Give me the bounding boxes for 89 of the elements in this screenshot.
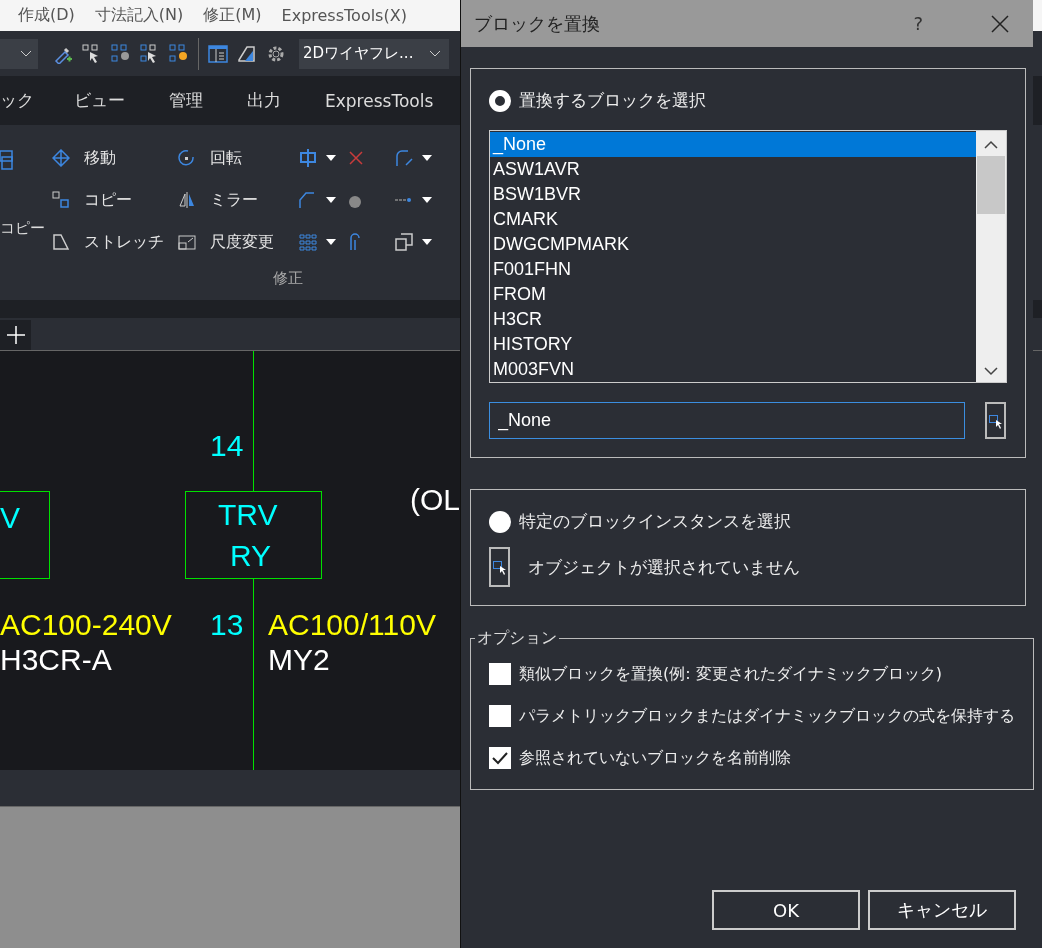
drawing-label: 13 [210,608,244,642]
list-item[interactable]: CMARK [490,207,976,232]
rotate-icon [178,149,196,167]
checkbox-label: 類似ブロックを置換(例: 変更されたダイナミックブロック) [519,663,942,685]
caret-icon[interactable] [326,155,336,161]
array-icon[interactable] [298,232,318,252]
help-button[interactable]: ? [907,12,929,35]
list-item[interactable]: ASW1AVR [490,157,976,182]
ribbon-tab[interactable]: ビュー [74,89,147,112]
caret-icon[interactable] [422,197,432,203]
caret-icon[interactable] [422,155,432,161]
checkbox[interactable] [489,747,511,769]
tool-button[interactable]: 移動 [52,137,178,179]
radio-button[interactable] [489,510,511,533]
checkbox-label: パラメトリックブロックまたはダイナミックブロックの式を保持する [519,705,1015,727]
bulb-grid-icon[interactable] [169,43,189,64]
center-line-icon[interactable] [298,148,318,168]
list-item[interactable]: F001FHN [490,257,976,282]
scrollbar[interactable] [976,131,1006,382]
menu-item[interactable]: 寸法記入(N) [94,5,184,26]
list-item[interactable]: H3CR [490,307,976,332]
layout-sheet-icon[interactable] [237,43,257,64]
close-icon[interactable] [991,14,1009,33]
menu-item[interactable]: ExpressTools(X) [281,6,407,25]
list-item[interactable]: _None [490,132,976,157]
list-item[interactable]: M003FVN [490,357,976,382]
copy-icon [52,191,70,209]
drawing-label: V [0,501,20,535]
chevron-down-icon[interactable] [984,366,998,376]
chevron-down-icon [20,49,32,58]
menu-item[interactable]: 修正(M) [203,5,262,26]
drawing-label: H3CR-A [0,643,112,677]
visual-style-dropdown[interactable]: 2Dワイヤフレ... [299,38,449,69]
mirror-icon [178,191,196,209]
move-icon [52,149,70,167]
block-name-field[interactable]: _None [489,402,965,439]
ribbon-tab[interactable]: 管理 [169,89,225,112]
plus-icon [6,326,25,344]
checkbox[interactable] [489,705,511,727]
overlap-icon[interactable] [394,232,414,252]
scrollbar-thumb[interactable] [977,156,1005,214]
panel-icon[interactable] [208,43,228,64]
checkbox-label: 参照されていないブロックを名前削除 [519,747,791,769]
tool-button[interactable]: コピー [52,179,178,221]
tool-button[interactable]: 尺度変更 [178,221,298,263]
drawing-label: AC100-240V [0,608,172,642]
drawing-label: (OL [410,483,460,517]
scale-icon [178,233,196,251]
list-item[interactable]: FROM [490,282,976,307]
caret-icon[interactable] [422,239,432,245]
chevron-down-icon [429,49,441,58]
stretch-icon [52,233,70,251]
drawing-label: MY2 [268,643,330,677]
drawing-label: RY [230,539,272,573]
selection-status: オブジェクトが選択されていません [528,555,800,579]
drawing-label: AC100/110V [268,608,436,642]
radio-button[interactable] [489,89,511,112]
ribbon-tab[interactable]: 出力 [247,89,303,112]
dialog-button[interactable]: OK [712,890,860,930]
tool-button[interactable]: ミラー [178,179,298,221]
check-icon [491,751,509,765]
caret-icon[interactable] [326,197,336,203]
list-item[interactable]: HISTORY [490,332,976,357]
tool-button[interactable]: ストレッチ [52,221,178,263]
chevron-up-icon[interactable] [984,140,998,150]
radio-label: 置換するブロックを選択 [519,89,706,112]
pick-button[interactable] [489,547,510,587]
list-item[interactable]: BSW1BVR [490,182,976,207]
dialog-title: ブロックを置換 [474,11,601,36]
radio-label: 特定のブロックインスタンスを選択 [519,510,791,533]
fillet-edit-icon[interactable] [394,148,414,168]
new-tab-button[interactable] [0,320,31,350]
menu-item[interactable]: 作成(D) [18,5,75,26]
caret-icon[interactable] [326,239,336,245]
list-item[interactable]: DWGCMPMARK [490,232,976,257]
panel-title: 修正 [273,269,303,288]
pick-cursor-icon [988,412,1003,429]
checkbox[interactable] [489,663,511,685]
bulb-grid-icon[interactable] [111,43,131,64]
pick-cursor-icon [492,559,507,575]
drawing-label: TRV [218,498,278,532]
tool-button[interactable]: 回転 [178,137,298,179]
dialog-button[interactable]: キャンセル [868,890,1016,930]
group-title: オプション [476,628,558,649]
ribbon-tab[interactable]: ExpressTools [325,90,456,111]
ribbon-tab[interactable]: ック [0,89,56,112]
drawing-label: 14 [210,429,244,463]
copy-button[interactable]: コピー [0,219,45,238]
pick-button[interactable] [985,402,1006,439]
